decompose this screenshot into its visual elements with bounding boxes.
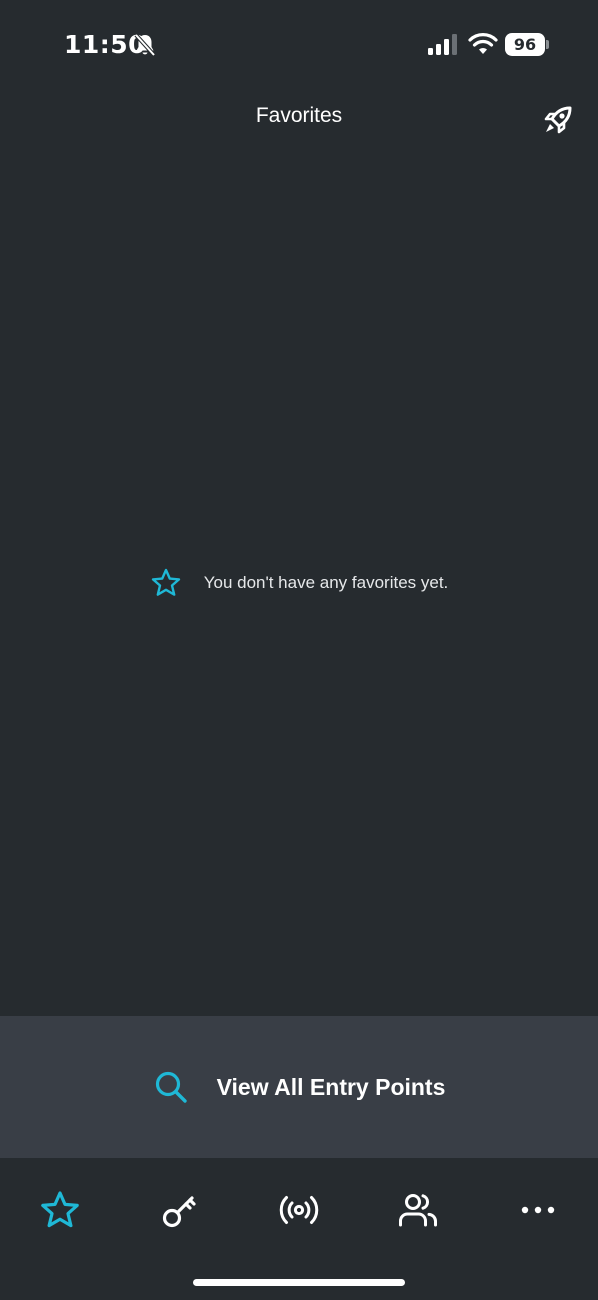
tab-broadcast[interactable] — [277, 1188, 321, 1232]
tab-users[interactable] — [396, 1188, 440, 1232]
search-icon — [155, 1071, 187, 1103]
key-icon — [162, 1196, 196, 1228]
users-icon — [399, 1194, 437, 1227]
wifi-icon — [468, 33, 498, 54]
home-indicator — [193, 1279, 405, 1286]
view-all-entry-points-button[interactable]: View All Entry Points — [0, 1016, 598, 1158]
broadcast-icon — [279, 1196, 319, 1224]
empty-state-message: You don't have any favorites yet. — [203, 573, 449, 592]
rocket-icon[interactable] — [540, 102, 576, 138]
page-title: Favorites — [255, 104, 343, 127]
view-all-entry-points-label: View All Entry Points — [216, 1073, 446, 1100]
tab-favorites[interactable] — [38, 1188, 82, 1232]
empty-state: You don't have any favorites yet. — [0, 566, 598, 600]
tab-more[interactable] — [516, 1188, 560, 1232]
cellular-signal-icon — [428, 34, 457, 55]
star-outline-icon — [151, 568, 180, 596]
battery-tip — [546, 40, 549, 49]
bell-off-icon — [134, 33, 156, 57]
star-icon — [41, 1191, 79, 1228]
battery-icon: 96 — [505, 33, 545, 56]
more-icon — [521, 1206, 555, 1214]
status-bar: 11:50 96 — [0, 0, 598, 90]
tab-keys[interactable] — [157, 1188, 201, 1232]
